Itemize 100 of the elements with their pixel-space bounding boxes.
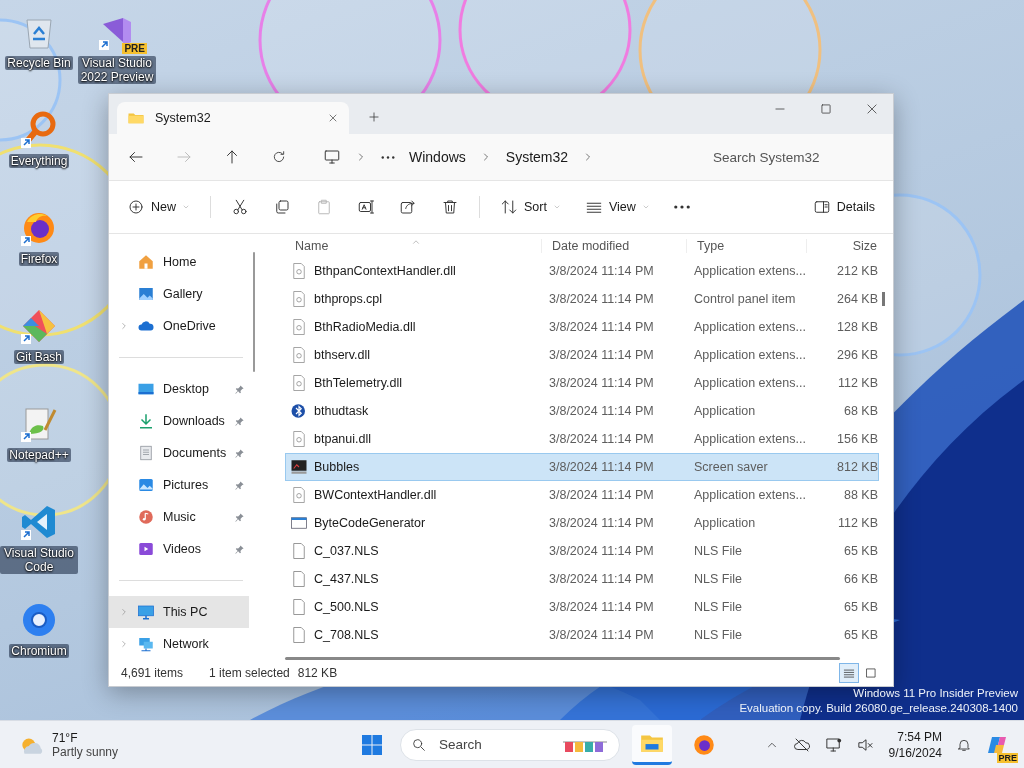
file-row[interactable]: btpanui.dll 3/8/2024 11:14 PM Application extens... 156 KB <box>285 425 879 454</box>
details-button[interactable]: Details <box>804 192 883 222</box>
close-icon[interactable] <box>327 112 339 124</box>
plus-icon[interactable] <box>367 110 381 124</box>
dll-file-icon <box>290 290 308 309</box>
breadcrumb-item[interactable]: Windows <box>409 149 466 165</box>
sidebar-item[interactable]: This PC <box>109 596 250 628</box>
column-header[interactable]: Type <box>687 238 807 253</box>
file-row[interactable]: C_500.NLS 3/8/2024 11:14 PM NLS File 65 KB <box>285 593 879 622</box>
file-row[interactable]: ByteCodeGenerator 3/8/2024 11:14 PM Application 112 KB <box>285 509 879 538</box>
download-arrow-icon <box>137 412 155 430</box>
sidebar-item[interactable]: Network <box>109 628 250 660</box>
clock-date[interactable]: 9/16/2024 <box>888 744 942 761</box>
bluetooth-icon <box>290 402 308 421</box>
file-row[interactable]: BthTelemetry.dll 3/8/2024 11:14 PM Application extens... 112 KB <box>285 369 879 398</box>
file-row[interactable]: C_708.NLS 3/8/2024 11:14 PM NLS File 65 KB <box>285 621 879 650</box>
taskbar-search-field[interactable]: Search <box>400 728 620 761</box>
temperature[interactable]: 71°F <box>52 730 119 745</box>
file-row[interactable]: C_437.NLS 3/8/2024 11:14 PM NLS File 66 KB <box>285 565 879 594</box>
search-field[interactable]: Search System32 <box>711 141 875 173</box>
file-row[interactable]: bthserv.dll 3/8/2024 11:14 PM Application extens... 296 KB <box>285 341 879 370</box>
column-header[interactable]: Name <box>285 238 542 253</box>
size-cell-text: 68 KB <box>842 404 878 419</box>
desktop-icon-label[interactable]: Visual Studio 2022 Preview <box>78 56 156 84</box>
desktop-icon-label[interactable]: Recycle Bin <box>5 56 73 70</box>
size-cell-text: 264 KB <box>836 292 878 307</box>
date-cell-text: 3/8/2024 11:14 PM <box>548 516 655 531</box>
sidebar-item[interactable]: Home <box>109 246 250 278</box>
folder-tab[interactable]: System32 <box>117 102 349 134</box>
refresh-icon[interactable] <box>271 149 287 165</box>
size-cell-text: 65 KB <box>842 628 878 643</box>
sidebar-item[interactable]: OneDrive <box>109 310 250 342</box>
more-icon <box>673 205 690 209</box>
breadcrumb-item[interactable]: System32 <box>505 149 569 165</box>
monitor-icon[interactable] <box>824 735 843 754</box>
file-name: bthudtask <box>314 404 369 419</box>
music-note-icon <box>137 508 155 526</box>
network-icon <box>137 635 155 653</box>
sidebar-item[interactable]: Documents <box>109 437 250 469</box>
pin-icon[interactable] <box>234 415 246 427</box>
date-cell-text: 3/8/2024 11:14 PM <box>548 264 655 279</box>
monitor-screen-icon <box>290 458 308 477</box>
vertical-scrollbar-thumb[interactable] <box>882 292 885 306</box>
picture-icon <box>137 476 155 494</box>
close-icon[interactable] <box>865 102 879 116</box>
sidebar-item[interactable]: Desktop <box>109 373 250 405</box>
weather-condition[interactable]: Partly sunny <box>52 744 119 759</box>
clock-time[interactable]: 7:54 PM <box>888 728 942 745</box>
file-row[interactable]: BthpanContextHandler.dll 3/8/2024 11:14 PM Application extens... 212 KB <box>285 257 879 286</box>
chevron-right-icon[interactable] <box>119 321 129 331</box>
monitor-icon[interactable] <box>323 148 341 166</box>
pin-icon[interactable] <box>234 447 246 459</box>
pin-icon[interactable] <box>234 511 246 523</box>
size-cell-text: 65 KB <box>842 600 878 615</box>
blank-file-icon <box>290 570 308 589</box>
sidebar-item[interactable]: Gallery <box>109 278 250 310</box>
sidebar-item[interactable]: Downloads <box>109 405 250 437</box>
sidebar-item[interactable]: Music <box>109 501 250 533</box>
sidebar-item[interactable]: Pictures <box>109 469 250 501</box>
size-cell-text: 65 KB <box>842 544 878 559</box>
column-header[interactable]: Date modified <box>542 238 687 253</box>
type-cell-text: Application extens... <box>693 432 807 447</box>
chevron-right-icon[interactable] <box>119 639 129 649</box>
pin-icon[interactable] <box>234 543 246 555</box>
type-cell-text: Control panel item <box>693 292 797 307</box>
desktop-icon-label[interactable]: Notepad++ <box>7 448 71 462</box>
file-row[interactable]: bthudtask 3/8/2024 11:14 PM Application 68 KB <box>285 397 879 426</box>
file-row[interactable]: BWContextHandler.dll 3/8/2024 11:14 PM Application extens... 88 KB <box>285 481 879 510</box>
pin-icon[interactable] <box>234 383 246 395</box>
search-input[interactable]: Search <box>437 736 551 753</box>
maximize-icon[interactable] <box>819 102 833 116</box>
file-row[interactable]: BthRadioMedia.dll 3/8/2024 11:14 PM Application extens... 128 KB <box>285 313 879 342</box>
trash-icon <box>441 198 459 216</box>
details-view-button[interactable] <box>839 663 859 683</box>
sidebar-item[interactable]: Videos <box>109 533 250 565</box>
pin-icon[interactable] <box>234 479 246 491</box>
horizontal-scrollbar-thumb[interactable] <box>285 657 840 660</box>
date-cell-text: 3/8/2024 11:14 PM <box>548 628 655 643</box>
desktop-icon-label[interactable]: Git Bash <box>14 350 64 364</box>
windows-start-icon[interactable] <box>360 732 384 757</box>
desktop-icon-label[interactable]: Visual Studio Code <box>0 546 78 574</box>
scissors-icon <box>231 198 249 216</box>
date-cell-text: 3/8/2024 11:14 PM <box>548 600 655 615</box>
new-button[interactable]: New <box>119 192 198 222</box>
sort-button[interactable]: Sort <box>492 192 569 222</box>
file-row[interactable]: C_037.NLS 3/8/2024 11:14 PM NLS File 65 KB <box>285 537 879 566</box>
scrollbar-thumb[interactable] <box>253 252 255 372</box>
type-cell-text: Application extens... <box>693 376 807 391</box>
type-cell-text: Screen saver <box>693 460 769 475</box>
more-icon[interactable] <box>381 155 395 159</box>
view-button[interactable]: View <box>576 192 658 222</box>
blank-file-icon <box>290 626 308 645</box>
file-name: bthserv.dll <box>314 348 371 363</box>
plus-circle-icon <box>127 198 145 216</box>
column-header[interactable]: Size <box>807 238 877 253</box>
file-row[interactable]: Bubbles 3/8/2024 11:14 PM Screen saver 812 KB <box>285 453 879 482</box>
search-icon <box>411 736 427 753</box>
desktop-icon-label[interactable]: Chromium <box>9 644 69 658</box>
file-row[interactable]: bthprops.cpl 3/8/2024 11:14 PM Control panel item 264 KB <box>285 285 879 314</box>
type-cell-text: NLS File <box>693 544 743 559</box>
